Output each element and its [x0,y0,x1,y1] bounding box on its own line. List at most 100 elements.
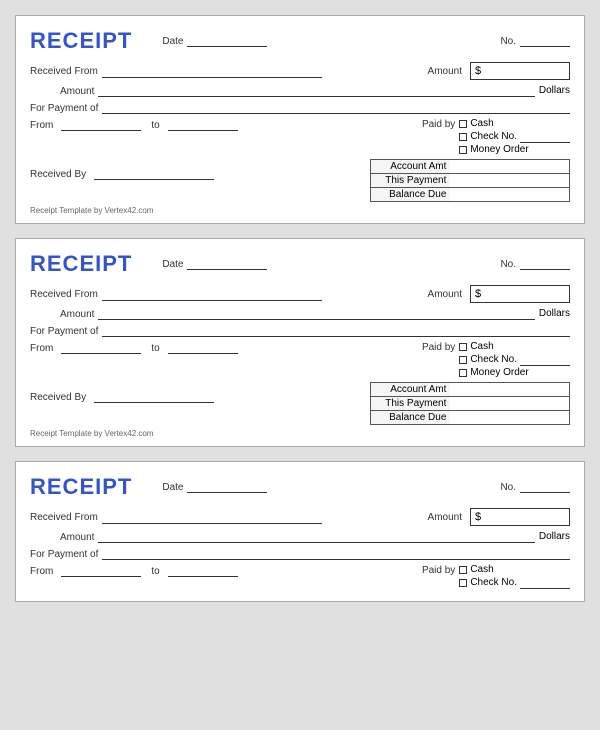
cash-checkbox-2 [459,343,467,351]
header-no-section-1: No. [500,35,570,47]
received-from-label-3: Received From [30,511,98,523]
amount-container-1: Amount $ [428,62,570,80]
header-no-section-2: No. [500,258,570,270]
this-payment-label-1: This Payment [371,174,451,188]
no-line-1 [520,35,570,47]
header-no-section-3: No. [500,481,570,493]
date-label-2: Date [162,259,183,270]
balance-due-value-2 [450,411,569,425]
received-by-col-2: Received By [30,382,370,403]
paid-by-section-3: Paid by Cash Check No. [422,564,570,589]
dollar-sign-1: $ [475,65,481,77]
date-line-2 [187,258,267,270]
receipt-header-1: RECEIPT Date No. [30,28,570,54]
amount-box-1: $ [470,62,570,80]
from-to-row-3: From to Paid by Cash Check No. [30,564,570,589]
for-payment-row-3: For Payment of [30,547,570,560]
received-from-row-3: Received From Amount $ [30,508,570,526]
account-table-1: Account Amt This Payment Balance Due [370,159,570,202]
paid-options-3: Cash Check No. [459,564,570,589]
from-to-row-1: From to Paid by Cash Check No. Money Ord… [30,118,570,155]
amount-dollars-row-3: Amount Dollars [30,530,570,543]
paid-by-row-2: Paid by Cash Check No. Money Order [422,341,570,378]
amount-label-3: Amount [428,511,462,523]
for-payment-row-1: For Payment of [30,101,570,114]
receipt-card-2: RECEIPT Date No. Received From Amount $ … [15,238,585,447]
paid-by-row-3: Paid by Cash Check No. [422,564,570,589]
from-label-2: From [30,342,53,354]
amount-container-2: Amount $ [428,285,570,303]
cash-option-2: Cash [459,341,570,352]
date-label-1: Date [162,36,183,47]
cash-checkbox-1 [459,120,467,128]
to-field-3 [168,564,238,577]
received-from-label-1: Received From [30,65,98,77]
no-label-1: No. [500,36,516,47]
check-option-3: Check No. [459,576,570,589]
check-option-2: Check No. [459,353,570,366]
dollar-sign-3: $ [475,511,481,523]
from-to-left-3: From to [30,564,238,577]
this-payment-label-2: This Payment [371,397,451,411]
from-to-left-2: From to [30,341,238,354]
for-payment-field-1 [102,101,570,114]
date-line-3 [187,481,267,493]
amount-box-2: $ [470,285,570,303]
footer-1: Receipt Template by Vertex42.com [30,206,570,215]
account-amt-row-2: Account Amt [371,383,570,397]
received-from-row-2: Received From Amount $ [30,285,570,303]
bottom-section-1: Received By Account Amt This Payment Bal… [30,159,570,202]
header-date-section-2: Date [162,258,480,270]
check-field-2 [520,353,570,366]
balance-due-row-2: Balance Due [371,411,570,425]
received-by-field-2 [94,390,214,403]
amount-word-field-1 [98,84,534,97]
date-label-3: Date [162,482,183,493]
to-label-1: to [151,119,159,131]
to-label-2: to [151,342,159,354]
amount-dollars-row-1: Amount Dollars [30,84,570,97]
to-field-1 [168,118,238,131]
account-amt-row-1: Account Amt [371,160,570,174]
account-amt-value-1 [450,160,569,174]
for-payment-label-1: For Payment of [30,102,98,114]
dollars-label-1: Dollars [539,85,570,96]
check-field-1 [520,130,570,143]
money-checkbox-2 [459,369,467,377]
account-table-2: Account Amt This Payment Balance Due [370,382,570,425]
received-by-field-1 [94,167,214,180]
received-from-field-2 [102,288,322,301]
check-checkbox-1 [459,133,467,141]
amount-word-label-2: Amount [60,308,94,320]
for-payment-label-3: For Payment of [30,548,98,560]
receipt-title-3: RECEIPT [30,474,132,500]
amount-word-label-3: Amount [60,531,94,543]
received-from-label-2: Received From [30,288,98,300]
from-field-2 [61,341,141,354]
from-to-row-2: From to Paid by Cash Check No. Money Ord… [30,341,570,378]
receipt-header-2: RECEIPT Date No. [30,251,570,277]
amount-dollars-row-2: Amount Dollars [30,307,570,320]
dollars-label-2: Dollars [539,308,570,319]
cash-option-3: Cash [459,564,570,575]
receipt-title-2: RECEIPT [30,251,132,277]
account-amt-value-2 [450,383,569,397]
from-field-3 [61,564,141,577]
paid-by-label-2: Paid by [422,341,455,353]
amount-container-3: Amount $ [428,508,570,526]
this-payment-row-1: This Payment [371,174,570,188]
paid-by-row-1: Paid by Cash Check No. Money Order [422,118,570,155]
amount-word-field-3 [98,530,534,543]
no-line-2 [520,258,570,270]
account-amt-label-2: Account Amt [371,383,451,397]
received-by-col-1: Received By [30,159,370,180]
cash-option-1: Cash [459,118,570,129]
money-option-1: Money Order [459,144,570,155]
bottom-section-2: Received By Account Amt This Payment Bal… [30,382,570,425]
check-checkbox-3 [459,579,467,587]
balance-due-label-2: Balance Due [371,411,451,425]
money-option-2: Money Order [459,367,570,378]
check-field-3 [520,576,570,589]
this-payment-value-1 [450,174,569,188]
account-amt-label-1: Account Amt [371,160,451,174]
